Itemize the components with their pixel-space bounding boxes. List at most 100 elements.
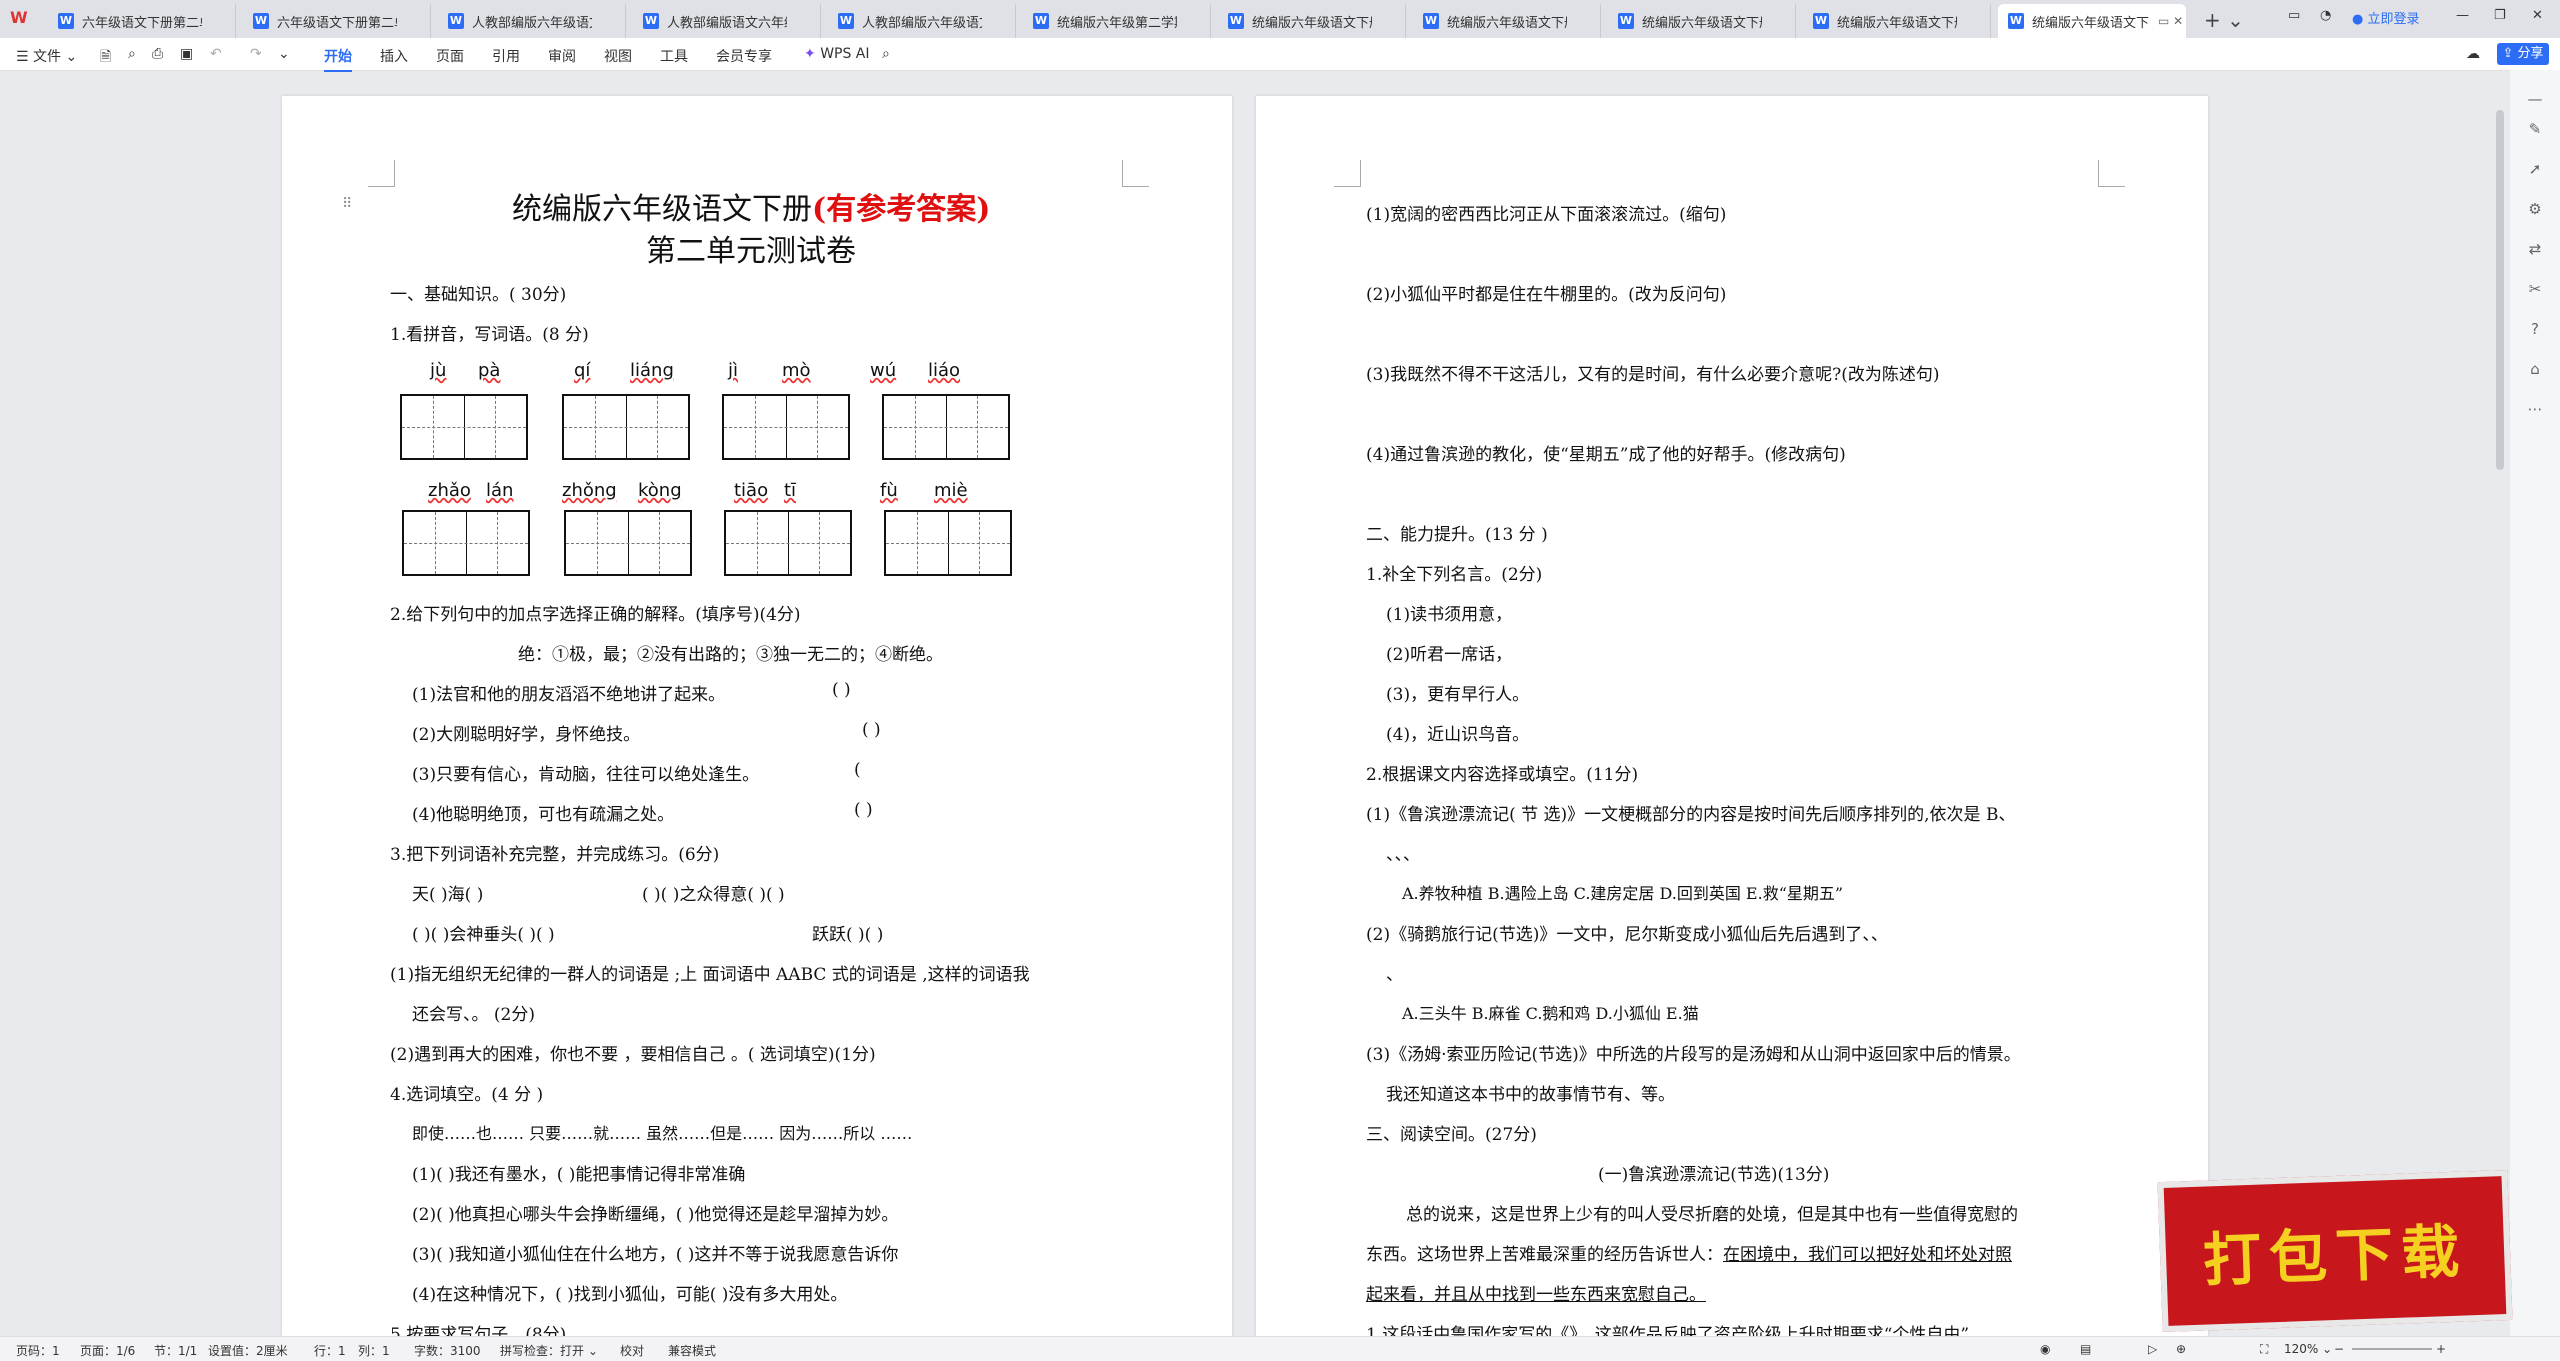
more-icon[interactable]: ⌄ (278, 46, 290, 62)
save-icon[interactable]: 🗎 (100, 46, 111, 70)
writing-grid[interactable] (724, 510, 852, 576)
search-icon[interactable]: ⌕ (882, 46, 890, 62)
login-link[interactable]: ● 立即登录 (2352, 8, 2420, 27)
writing-grid[interactable] (562, 394, 690, 460)
status-page-number[interactable]: 页码：1 (16, 1342, 60, 1359)
document-tab[interactable]: W 统编版六年级语文下册第二 (1803, 4, 1991, 38)
redo-icon[interactable]: ↷ (250, 46, 262, 62)
document-tab[interactable]: W 统编版六年级语文下册第二 (1218, 4, 1406, 38)
shirt-icon[interactable]: ⌂ (2526, 360, 2544, 378)
tab-tools[interactable]: 工具 (660, 46, 688, 66)
status-setting[interactable]: 设置值：2厘米 (208, 1342, 288, 1359)
page-view-icon[interactable]: ▤ (2080, 1342, 2091, 1356)
web-view-icon[interactable]: ⊕ (2176, 1342, 2186, 1356)
question-text: (2)遇到再大的困难，你也不要 ，要相信自己 。( 选词填空)(1分) (390, 1045, 876, 1065)
preview-icon[interactable]: ▣ (180, 46, 193, 62)
question-text: 还会写、。 (2分) (412, 1005, 535, 1025)
status-word-count[interactable]: 字数：3100 (414, 1342, 481, 1359)
new-tab-icon[interactable]: + ⌄ (2204, 8, 2244, 32)
question: 5.按要求写句子。(8分) (390, 1325, 567, 1336)
word-doc-icon: W (838, 13, 854, 29)
tab-page[interactable]: 页面 (436, 46, 464, 66)
word-doc-icon: W (1618, 13, 1634, 29)
tab-member[interactable]: 会员专享 (716, 46, 772, 66)
writing-grid[interactable] (884, 510, 1012, 576)
status-row[interactable]: 行：1 (314, 1342, 346, 1359)
zoom-in-icon[interactable]: + (2436, 1342, 2446, 1356)
tab-insert[interactable]: 插入 (380, 46, 408, 66)
wps-logo-icon[interactable]: W (10, 8, 40, 30)
close-window-icon[interactable]: ✕ (2532, 8, 2543, 23)
status-pages[interactable]: 页面：1/6 (80, 1342, 135, 1359)
tab-reference[interactable]: 引用 (492, 46, 520, 66)
document-tab[interactable]: W 人教部编版六年级语文下册 (438, 4, 626, 38)
status-proof[interactable]: 校对 (620, 1342, 644, 1359)
document-tab[interactable]: W 统编版六年级语文下 ▭ ✕ (1998, 4, 2186, 38)
settings-icon[interactable]: ⚙ (2526, 200, 2544, 218)
writing-grid[interactable] (402, 510, 530, 576)
tab-label: 统编版六年级语文下 (2032, 15, 2150, 31)
tab-start[interactable]: 开始 (324, 46, 352, 72)
word-doc-icon: W (1033, 13, 1049, 29)
question-text: (2)《骑鹅旅行记(节选)》一文中，尼尔斯变成小狐仙后先后遇到了、、 (1366, 925, 1888, 945)
undo-icon[interactable]: ↶ (210, 46, 222, 62)
file-menu[interactable]: ☰ 文件 ⌄ (16, 46, 77, 66)
document-tab[interactable]: W 统编版六年级第二学期语文 (1023, 4, 1211, 38)
zoom-slider[interactable] (2352, 1348, 2432, 1350)
question-text: 、 (1386, 965, 1403, 985)
tab-label: 人教部编版六年级语文下册 (472, 15, 592, 31)
document-tab[interactable]: W 六年级语文下册第二单元标 (48, 4, 236, 38)
vertical-scrollbar[interactable] (2496, 110, 2504, 470)
tab-review[interactable]: 审阅 (548, 46, 576, 66)
writing-grid[interactable] (564, 510, 692, 576)
eye-protect-icon[interactable]: ◉ (2040, 1342, 2050, 1356)
window-layout-icon[interactable]: ▭ (2288, 8, 2300, 23)
download-banner[interactable]: 打包下载 (2157, 1169, 2513, 1333)
document-tab[interactable]: W 统编版六年级语文下册第二 (1413, 4, 1601, 38)
zoom-level[interactable]: 120% ⌄ (2284, 1342, 2332, 1356)
drag-handle-icon[interactable]: ⠿ (342, 196, 352, 212)
question: 3.把下列词语补充完整，并完成练习。(6分) (390, 845, 720, 865)
document-tab[interactable]: W 六年级语文下册第二单元能 (243, 4, 431, 38)
tab-view[interactable]: 视图 (604, 46, 632, 66)
question-item: (4)通过鲁滨逊的教化，使“星期五”成了他的好帮手。(修改病句) (1366, 445, 1846, 465)
answer-paren: ( (854, 760, 861, 780)
writing-grid[interactable] (722, 394, 850, 460)
question-text: (3)《汤姆·索亚历险记(节选)》中所选的片段写的是汤姆和从山洞中返回家中后的情… (1366, 1045, 2021, 1065)
restore-icon[interactable]: ❐ (2494, 8, 2506, 23)
status-spellcheck[interactable]: 拼写检查：打开 ⌄ (500, 1342, 598, 1359)
wps-ai-button[interactable]: ✦ WPS AI (804, 46, 870, 62)
status-column[interactable]: 列：1 (358, 1342, 390, 1359)
question-text: 、、、 (1386, 845, 1420, 865)
status-section[interactable]: 节：1/1 (154, 1342, 197, 1359)
close-tab-icon[interactable]: ▭ ✕ (2158, 14, 2183, 28)
document-page-1[interactable]: ⠿ 统编版六年级语文下册(有参考答案) 第二单元测试卷 一、基础知识。( 30分… (282, 96, 1232, 1336)
document-tab[interactable]: W 人教部编版语文六年级下册 (633, 4, 821, 38)
writing-grid[interactable] (882, 394, 1010, 460)
status-compat-mode: 兼容模式 (668, 1344, 717, 1358)
document-page-2[interactable]: (1)宽阔的密西西比河正从下面滚滚流过。(缩句) (2)小狐仙平时都是住在牛棚里… (1256, 96, 2208, 1336)
doc-title: 统编版六年级语文下册(有参考答案) (512, 192, 991, 227)
pointer-icon[interactable]: ➚ (2526, 160, 2544, 178)
translate-icon[interactable]: ⇄ (2526, 240, 2544, 258)
more-icon[interactable]: ⋯ (2526, 400, 2544, 418)
document-tab[interactable]: W 统编版六年级语文下册第二 (1608, 4, 1796, 38)
zoom-out-icon[interactable]: − (2334, 1342, 2344, 1356)
writing-grid[interactable] (400, 394, 528, 460)
print-icon[interactable]: ⎙ (152, 46, 163, 62)
collapse-icon[interactable]: — (2526, 90, 2544, 108)
help-icon[interactable]: ? (2526, 320, 2544, 338)
minimize-icon[interactable]: — (2456, 8, 2469, 23)
fit-icon[interactable]: ⛶ (2260, 1342, 2268, 1357)
pinyin: liáng (630, 360, 674, 381)
section-heading: 二、能力提升。(13 分 ) (1366, 525, 1548, 545)
answer-paren: ( ) (854, 800, 873, 820)
open-icon[interactable]: ⌕ (128, 46, 136, 62)
cloud-icon[interactable]: ☁ (2466, 46, 2480, 62)
tools-icon[interactable]: ✂ (2526, 280, 2544, 298)
document-tab[interactable]: W 人教部编版六年级语文下册 (828, 4, 1016, 38)
play-icon[interactable]: ▷ (2148, 1342, 2157, 1356)
pen-icon[interactable]: ✎ (2526, 120, 2544, 138)
skin-icon[interactable]: ◔ (2320, 8, 2331, 23)
share-button[interactable]: ⇪ 分享 (2497, 43, 2549, 65)
